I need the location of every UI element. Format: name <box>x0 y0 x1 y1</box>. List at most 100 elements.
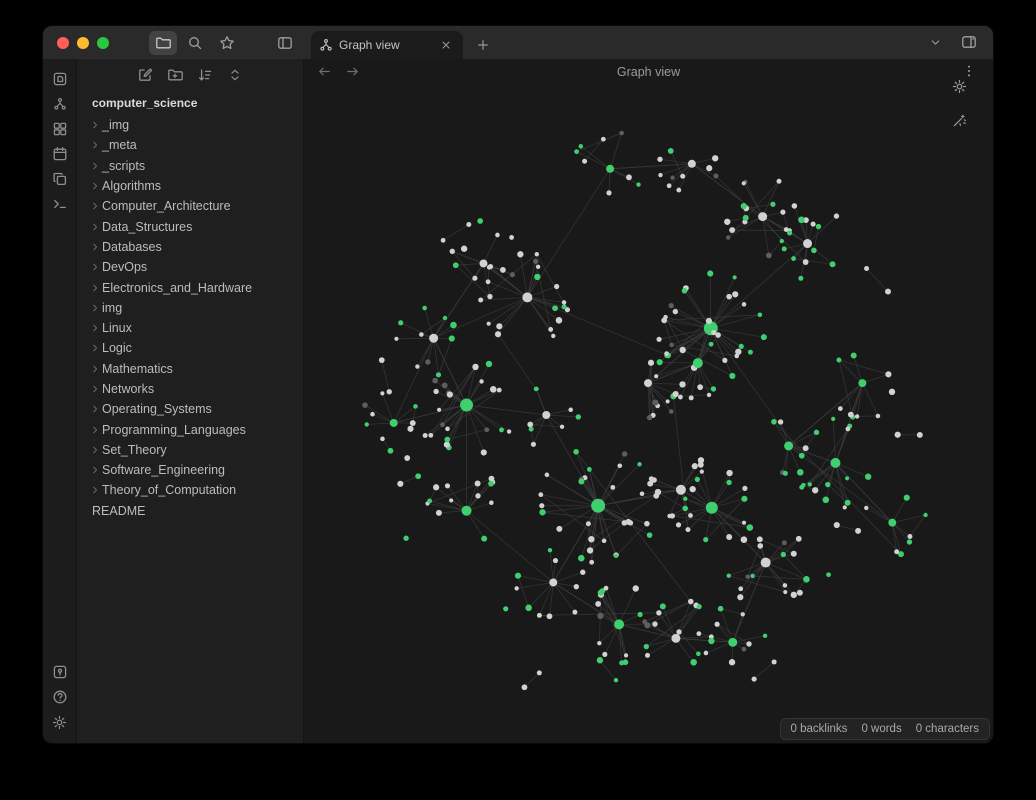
templates-button[interactable] <box>47 167 73 191</box>
titlebar-left-icons <box>149 31 241 55</box>
file-explorer: computer_science _img _meta _scripts Algori… <box>77 59 304 743</box>
folder-networks[interactable]: Networks <box>77 379 303 399</box>
open-terminal-button[interactable] <box>47 192 73 216</box>
quick-switcher-button[interactable] <box>47 67 73 91</box>
chevron-right-icon <box>88 262 102 272</box>
search-button[interactable] <box>181 31 209 55</box>
workspace: computer_science _img _meta _scripts Algori… <box>43 59 993 743</box>
zoom-button[interactable] <box>97 37 109 49</box>
collapse-all-button[interactable] <box>224 64 246 86</box>
folder-label: _meta <box>102 138 137 152</box>
calendar-icon <box>52 146 68 162</box>
vault-icon <box>52 664 68 680</box>
search-icon <box>187 35 203 51</box>
chevron-right-icon <box>88 161 102 171</box>
new-note-button[interactable] <box>134 64 156 86</box>
ribbon <box>43 59 77 743</box>
new-folder-button[interactable] <box>164 64 186 86</box>
chevron-right-icon <box>88 364 102 374</box>
tab-close-icon[interactable] <box>437 36 455 54</box>
graph-controls <box>947 74 971 132</box>
folder-algorithms[interactable]: Algorithms <box>77 176 303 196</box>
folder-_img[interactable]: _img <box>77 115 303 135</box>
panel-right-icon <box>961 34 977 50</box>
daily-note-button[interactable] <box>47 142 73 166</box>
folder-label: _scripts <box>102 159 145 173</box>
folder-devops[interactable]: DevOps <box>77 257 303 277</box>
wand-icon <box>952 113 967 128</box>
open-vault-button[interactable] <box>47 660 73 684</box>
minimize-button[interactable] <box>77 37 89 49</box>
chevron-right-icon <box>88 425 102 435</box>
folder-theory_of_computation[interactable]: Theory_of_Computation <box>77 480 303 500</box>
tab-strip: Graph view <box>304 26 993 59</box>
new-folder-icon <box>167 67 183 83</box>
close-button[interactable] <box>57 37 69 49</box>
main-pane: Graph view 0 backlinks0 words0 character… <box>304 59 993 743</box>
file-tree: _img _meta _scripts Algorithms Computer_Arch… <box>77 113 303 521</box>
tab-list-dropdown-button[interactable] <box>923 30 947 54</box>
gear-icon <box>52 715 67 730</box>
graph-view[interactable] <box>304 84 993 743</box>
folder-operating_systems[interactable]: Operating_Systems <box>77 399 303 419</box>
folder-set_theory[interactable]: Set_Theory <box>77 440 303 460</box>
chevron-right-icon <box>88 242 102 252</box>
new-tab-button[interactable] <box>472 34 494 56</box>
vault-title[interactable]: computer_science <box>77 88 303 113</box>
folder-software_engineering[interactable]: Software_Engineering <box>77 460 303 480</box>
settings-button[interactable] <box>47 710 73 734</box>
file-readme[interactable]: README <box>77 501 303 521</box>
folder-label: DevOps <box>102 260 147 274</box>
panel-left-icon <box>277 35 293 51</box>
folder-label: Algorithms <box>102 179 161 193</box>
folder-img[interactable]: img <box>77 298 303 318</box>
chevron-down-icon <box>929 36 942 49</box>
change-sort-order-button[interactable] <box>194 64 216 86</box>
bookmarks-button[interactable] <box>213 31 241 55</box>
open-canvas-button[interactable] <box>47 117 73 141</box>
folder-computer_architecture[interactable]: Computer_Architecture <box>77 196 303 216</box>
forward-button[interactable] <box>342 62 362 82</box>
help-icon <box>52 689 68 705</box>
help-button[interactable] <box>47 685 73 709</box>
terminal-icon <box>52 196 68 212</box>
chevron-right-icon <box>88 404 102 414</box>
folder-data_structures[interactable]: Data_Structures <box>77 216 303 236</box>
folder-label: Theory_of_Computation <box>102 483 236 497</box>
chevron-right-icon <box>88 465 102 475</box>
file-switcher-icon <box>52 71 68 87</box>
chevron-right-icon <box>88 201 102 211</box>
folder-label: Set_Theory <box>102 443 167 457</box>
folder-label: Data_Structures <box>102 220 192 234</box>
chevron-right-icon <box>88 384 102 394</box>
folder-label: Operating_Systems <box>102 402 212 416</box>
open-graph-view-button[interactable] <box>47 92 73 116</box>
toggle-file-explorer-button[interactable] <box>149 31 177 55</box>
ribbon-top <box>47 67 73 217</box>
toggle-left-sidebar-button[interactable] <box>271 31 299 55</box>
tab-label: Graph view <box>339 38 431 52</box>
toggle-right-sidebar-button[interactable] <box>957 30 981 54</box>
graph-icon <box>53 97 67 111</box>
folder-electronics_and_hardware[interactable]: Electronics_and_Hardware <box>77 277 303 297</box>
back-button[interactable] <box>314 62 334 82</box>
folder-label: img <box>102 301 122 315</box>
folder-logic[interactable]: Logic <box>77 338 303 358</box>
status-item: 0 characters <box>916 723 979 735</box>
folder-_meta[interactable]: _meta <box>77 135 303 155</box>
folder-linux[interactable]: Linux <box>77 318 303 338</box>
folder-_scripts[interactable]: _scripts <box>77 156 303 176</box>
graph-settings-button[interactable] <box>947 74 971 98</box>
folder-programming_languages[interactable]: Programming_Languages <box>77 419 303 439</box>
folder-label: Computer_Architecture <box>102 199 231 213</box>
view-title: Graph view <box>304 65 993 79</box>
chevron-right-icon <box>88 323 102 333</box>
tab-graph-view[interactable]: Graph view <box>311 31 463 59</box>
chevron-right-icon <box>88 283 102 293</box>
folder-databases[interactable]: Databases <box>77 237 303 257</box>
folder-mathematics[interactable]: Mathematics <box>77 359 303 379</box>
graph-animate-button[interactable] <box>947 108 971 132</box>
status-bar: 0 backlinks0 words0 characters <box>780 718 990 740</box>
folder-label: Logic <box>102 341 132 355</box>
traffic-lights <box>57 37 109 49</box>
